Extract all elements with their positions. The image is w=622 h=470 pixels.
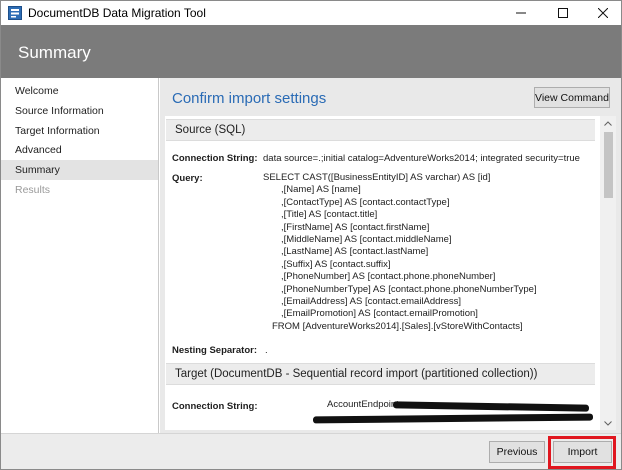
- nav-item-welcome[interactable]: Welcome: [1, 81, 158, 101]
- settings-summary-scroll-area[interactable]: Source (SQL) Connection String: data sou…: [165, 116, 616, 430]
- query-label: Query:: [172, 173, 203, 184]
- chevron-up-icon: [604, 120, 612, 126]
- query-line: ,[EmailPromotion] AS [contact.emailPromo…: [281, 308, 478, 320]
- query-text: SELECT CAST([BusinessEntityID] AS varcha…: [263, 172, 537, 333]
- vertical-scrollbar[interactable]: [600, 116, 616, 430]
- target-connection-label: Connection String:: [172, 401, 258, 412]
- target-section-heading: Target (DocumentDB - Sequential record i…: [166, 363, 595, 385]
- page-title: Summary: [18, 43, 91, 62]
- scroll-up-button[interactable]: [600, 116, 616, 130]
- query-line: ,[ContactType] AS [contact.contactType]: [281, 196, 450, 208]
- query-line: SELECT CAST([BusinessEntityID] AS varcha…: [263, 172, 491, 183]
- nav-item-results: Results: [15, 184, 51, 196]
- query-line: ,[PhoneNumberType] AS [contact.phone.pho…: [281, 283, 537, 295]
- previous-button[interactable]: Previous: [489, 441, 545, 463]
- query-line: ,[Title] AS [contact.title]: [281, 209, 378, 221]
- redaction-mark: [312, 413, 594, 424]
- scrollbar-thumb[interactable]: [604, 132, 613, 198]
- import-button[interactable]: Import: [553, 441, 612, 463]
- scroll-down-button[interactable]: [600, 416, 616, 430]
- nav-item-advanced[interactable]: Advanced: [1, 140, 158, 160]
- source-section-heading: Source (SQL): [166, 119, 595, 141]
- query-line: ,[MiddleName] AS [contact.middleName]: [281, 233, 452, 245]
- query-line: ,[Suffix] AS [contact.suffix]: [281, 258, 391, 270]
- nesting-separator-label: Nesting Separator:: [172, 345, 257, 356]
- query-line: ,[FirstName] AS [contact.firstName]: [281, 221, 430, 233]
- app-window: DocumentDB Data Migration Tool Summary W…: [0, 0, 622, 470]
- app-icon: [8, 6, 22, 20]
- panel-title: Confirm import settings: [172, 90, 327, 107]
- query-line: ,[PhoneNumber] AS [contact.phone.phoneNu…: [281, 271, 496, 283]
- minimize-icon: [516, 12, 526, 14]
- wizard-header: Summary: [1, 25, 621, 78]
- nav-item-summary[interactable]: Summary: [1, 160, 158, 180]
- nesting-separator-value: .: [265, 345, 268, 356]
- query-line: ,[EmailAddress] AS [contact.emailAddress…: [281, 295, 462, 307]
- view-command-button[interactable]: View Command: [534, 87, 610, 108]
- nav-item-target-information[interactable]: Target Information: [1, 121, 158, 141]
- redaction-mark: [392, 401, 590, 412]
- main-panel: Confirm import settings View Command Sou…: [160, 78, 621, 433]
- minimize-button[interactable]: [501, 1, 541, 25]
- nav-item-source-information[interactable]: Source Information: [1, 101, 158, 121]
- wizard-footer: Previous Import: [1, 433, 621, 469]
- maximize-icon: [558, 8, 568, 18]
- chevron-down-icon: [604, 420, 612, 426]
- query-line: ,[Name] AS [name]: [281, 184, 361, 196]
- window-title: DocumentDB Data Migration Tool: [28, 6, 206, 20]
- source-connection-value: data source=.;initial catalog=AdventureW…: [263, 153, 580, 164]
- close-button[interactable]: [583, 1, 621, 25]
- query-line: ,[LastName] AS [contact.lastName]: [281, 246, 429, 258]
- close-icon: [598, 8, 608, 18]
- query-line: FROM [AdventureWorks2014].[Sales].[vStor…: [272, 320, 523, 332]
- title-bar[interactable]: DocumentDB Data Migration Tool: [1, 1, 621, 25]
- source-connection-label: Connection String:: [172, 153, 258, 164]
- wizard-step-nav: Welcome Source Information Target Inform…: [1, 78, 159, 433]
- maximize-button[interactable]: [543, 1, 583, 25]
